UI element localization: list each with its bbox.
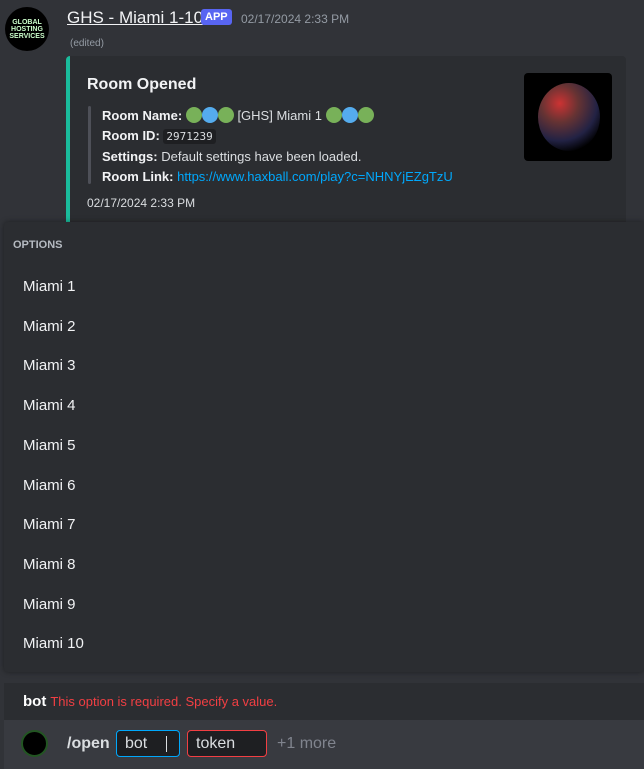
text-cursor: [166, 736, 167, 752]
embed-thumbnail[interactable]: [524, 73, 612, 161]
param-bot[interactable]: bot: [116, 730, 180, 757]
option-item[interactable]: Miami 10: [4, 625, 644, 663]
room-name-label: Room Name:: [102, 108, 183, 123]
option-item[interactable]: Miami 9: [4, 586, 644, 624]
option-item[interactable]: Miami 8: [4, 546, 644, 584]
more-params[interactable]: +1 more: [277, 735, 336, 753]
option-error-row: bot This option is required. Specify a va…: [4, 683, 644, 720]
bot-avatar-small: [21, 730, 48, 757]
settings-value: Default settings have been loaded.: [161, 149, 362, 164]
param-token-label: token: [196, 735, 236, 752]
embed-fields: Room Name: [GHS] Miami 1 Room ID: 297123…: [102, 106, 453, 187]
author-name[interactable]: GHS - Miami 1-10: [67, 8, 203, 28]
green-circle-icon: [357, 107, 374, 123]
option-item[interactable]: Miami 5: [4, 427, 644, 465]
room-id: 2971239: [163, 129, 216, 144]
room-link-label: Room Link:: [102, 169, 174, 184]
option-item[interactable]: Miami 6: [4, 467, 644, 505]
blue-circle-icon: [341, 107, 358, 123]
param-bot-label: bot: [125, 735, 148, 752]
embed-title: Room Opened: [87, 76, 197, 93]
options-popup: OPTIONS Miami 1 Miami 2 Miami 3 Miami 4 Miam…: [4, 222, 644, 672]
room-name: [GHS] Miami 1: [237, 108, 322, 123]
option-item[interactable]: Miami 7: [4, 506, 644, 544]
option-item[interactable]: Miami 1: [4, 268, 644, 306]
option-item[interactable]: Miami 3: [4, 347, 644, 385]
error-message: This option is required. Specify a value…: [50, 694, 278, 709]
embed-footer-timestamp: 02/17/2024 2:33 PM: [87, 196, 196, 210]
option-name: bot: [23, 693, 47, 710]
room-id-label: Room ID:: [102, 128, 160, 143]
bot-avatar[interactable]: GLOBAL HOSTING SERVICES: [5, 7, 49, 51]
message-timestamp: 02/17/2024 2:33 PM: [241, 12, 350, 26]
edited-label: (edited): [70, 38, 104, 49]
settings-label: Settings:: [102, 149, 158, 164]
app-badge: APP: [201, 9, 232, 25]
blockquote-bar: [88, 106, 91, 184]
option-item[interactable]: Miami 2: [4, 308, 644, 346]
avatar-logo-text: GLOBAL HOSTING SERVICES: [9, 18, 45, 40]
command-input-bar[interactable]: /open bot token +1 more: [4, 720, 644, 769]
globe-flags-icon: [538, 83, 600, 151]
blue-circle-icon: [201, 107, 218, 123]
option-item[interactable]: Miami 4: [4, 387, 644, 425]
room-link[interactable]: https://www.haxball.com/play?c=NHNYjEZgT…: [177, 169, 453, 184]
green-circle-icon: [185, 107, 202, 123]
green-circle-icon: [217, 107, 234, 123]
options-header: OPTIONS: [13, 239, 63, 251]
param-token[interactable]: token: [187, 730, 267, 757]
green-circle-icon: [325, 107, 342, 123]
command-name: /open: [67, 735, 110, 752]
